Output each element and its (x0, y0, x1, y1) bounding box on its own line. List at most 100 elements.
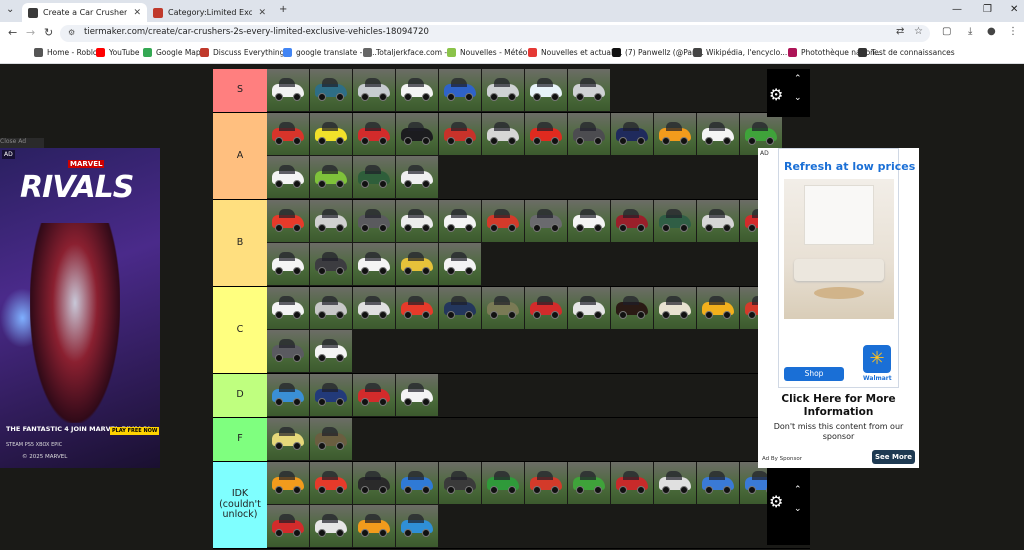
car-tile[interactable] (439, 243, 481, 285)
car-tile[interactable] (396, 113, 438, 155)
marvel-rivals-ad[interactable]: AD MARVEL RIVALS THE FANTASTIC 4 JOIN MA… (0, 148, 160, 468)
car-tile[interactable] (439, 462, 481, 504)
car-tile[interactable] (525, 462, 567, 504)
window-close-icon[interactable]: ✕ (1010, 4, 1018, 15)
car-tile[interactable] (439, 69, 481, 111)
tab-category[interactable]: Category:Limited Exclusive vehic ✕ (147, 3, 272, 22)
car-tile[interactable] (396, 462, 438, 504)
car-tile[interactable] (267, 156, 309, 198)
car-tile[interactable] (396, 505, 438, 547)
extensions-icon[interactable]: ▢ (942, 26, 951, 37)
car-tile[interactable] (310, 200, 352, 242)
car-tile[interactable] (654, 113, 696, 155)
car-tile[interactable] (310, 418, 352, 460)
tab-search-icon[interactable]: ⌄ (6, 4, 14, 15)
address-bar[interactable]: ⚙ tiermaker.com/create/car-crushers-2s-e… (60, 25, 930, 42)
download-icon[interactable]: ⤓ (968, 26, 972, 37)
gear-icon[interactable]: ⚙ (769, 492, 783, 511)
gear-icon[interactable]: ⚙ (769, 85, 783, 104)
bookmark-item[interactable]: Google Maps (143, 48, 205, 57)
car-tile[interactable] (310, 505, 352, 547)
profile-avatar-icon[interactable]: ● (987, 26, 996, 37)
car-tile[interactable] (267, 113, 309, 155)
bookmark-star-icon[interactable]: ☆ (914, 26, 923, 37)
car-tile[interactable] (267, 418, 309, 460)
car-tile[interactable] (525, 69, 567, 111)
shop-button[interactable]: Shop (784, 367, 844, 381)
car-tile[interactable] (353, 69, 395, 111)
car-tile[interactable] (697, 113, 739, 155)
car-tile[interactable] (267, 69, 309, 111)
maximize-icon[interactable]: ❐ (983, 4, 992, 15)
car-tile[interactable] (568, 69, 610, 111)
car-tile[interactable] (353, 462, 395, 504)
tier-label[interactable]: F (213, 418, 267, 461)
car-tile[interactable] (267, 505, 309, 547)
forward-icon[interactable]: → (26, 26, 35, 39)
tier-label[interactable]: A (213, 113, 267, 199)
car-tile[interactable] (310, 374, 352, 416)
car-tile[interactable] (396, 287, 438, 329)
menu-icon[interactable]: ⋮ (1008, 26, 1018, 37)
walmart-ad[interactable]: AD Refresh at low prices ✳ Walmart Shop … (758, 148, 919, 468)
car-tile[interactable] (267, 287, 309, 329)
car-tile[interactable] (525, 113, 567, 155)
car-tile[interactable] (267, 462, 309, 504)
bookmark-item[interactable]: Nouvelles - Météo... (447, 48, 534, 57)
car-tile[interactable] (439, 287, 481, 329)
car-tile[interactable] (654, 287, 696, 329)
car-tile[interactable] (482, 462, 524, 504)
car-tile[interactable] (310, 287, 352, 329)
bookmark-item[interactable]: Discuss Everything... (200, 48, 292, 57)
bookmark-item[interactable]: YouTube (96, 48, 140, 57)
car-tile[interactable] (525, 287, 567, 329)
back-icon[interactable]: ← (8, 26, 17, 39)
tier-label[interactable]: B (213, 200, 267, 286)
car-tile[interactable] (310, 69, 352, 111)
play-free-button[interactable]: PLAY FREE NOW (110, 427, 160, 435)
tier-label[interactable]: IDK (couldn't unlock) (213, 462, 267, 548)
walmart-card[interactable]: Refresh at low prices ✳ Walmart Shop (778, 148, 915, 388)
chevron-down-icon[interactable]: ⌄ (794, 504, 802, 514)
close-icon[interactable]: ✕ (133, 8, 141, 18)
car-tile[interactable] (611, 200, 653, 242)
car-tile[interactable] (310, 156, 352, 198)
car-tile[interactable] (482, 113, 524, 155)
car-tile[interactable] (611, 287, 653, 329)
car-tile[interactable] (267, 243, 309, 285)
ad-headline[interactable]: Click Here for More Information (766, 393, 911, 418)
car-tile[interactable] (439, 113, 481, 155)
ad-close-stub[interactable]: Close Ad (0, 138, 44, 148)
car-tile[interactable] (310, 113, 352, 155)
car-tile[interactable] (267, 200, 309, 242)
car-tile[interactable] (353, 156, 395, 198)
car-tile[interactable] (396, 156, 438, 198)
tier-label[interactable]: C (213, 287, 267, 373)
bookmark-item[interactable]: (7) Panwellz (@Pan... (612, 48, 704, 57)
see-more-button[interactable]: See More (872, 450, 915, 464)
tier-label[interactable]: S (213, 69, 267, 112)
car-tile[interactable] (310, 243, 352, 285)
car-tile[interactable] (353, 113, 395, 155)
car-tile[interactable] (697, 287, 739, 329)
car-tile[interactable] (353, 374, 395, 416)
reload-icon[interactable]: ↻ (44, 26, 53, 39)
car-tile[interactable] (654, 462, 696, 504)
site-info-icon[interactable]: ⚙ (68, 28, 75, 37)
tab-tiermaker[interactable]: Create a Car Crushers 2's Every ✕ (22, 3, 147, 22)
chevron-up-icon[interactable]: ⌃ (794, 74, 802, 84)
car-tile[interactable] (353, 243, 395, 285)
car-tile[interactable] (697, 462, 739, 504)
minimize-icon[interactable]: — (952, 4, 962, 15)
bookmark-item[interactable]: Wikipédia, l'encyclo... (693, 48, 787, 57)
bookmark-item[interactable]: Totaljerkface.com -... (363, 48, 454, 57)
car-tile[interactable] (439, 200, 481, 242)
car-tile[interactable] (568, 287, 610, 329)
car-tile[interactable] (611, 113, 653, 155)
car-tile[interactable] (267, 374, 309, 416)
chevron-down-icon[interactable]: ⌄ (794, 93, 802, 103)
car-tile[interactable] (482, 200, 524, 242)
bookmark-item[interactable]: Test de connaissances (858, 48, 955, 57)
car-tile[interactable] (697, 200, 739, 242)
car-tile[interactable] (310, 330, 352, 372)
